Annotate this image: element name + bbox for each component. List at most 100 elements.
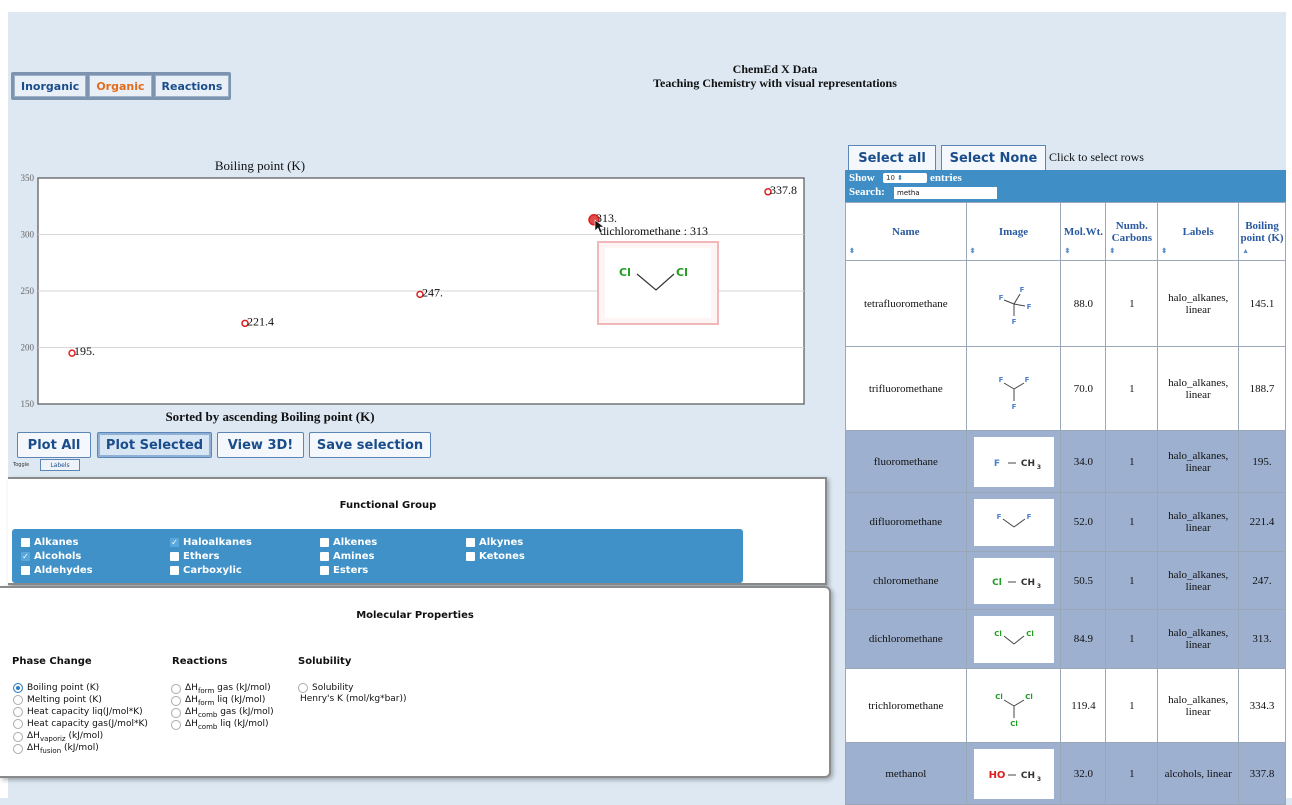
table-row[interactable]: tetrafluoromethane F F F F 88.0 1 halo_alkanes,… bbox=[845, 260, 1286, 347]
table-row[interactable]: difluoromethane F F 52.0 1 halo_alkanes, line… bbox=[845, 492, 1286, 552]
atom-label: Cl bbox=[1026, 630, 1034, 638]
cell-name: dichloromethane bbox=[845, 609, 967, 669]
bond-line bbox=[1013, 635, 1024, 645]
checkbox-label: Amines bbox=[333, 551, 375, 562]
search-input[interactable]: metha bbox=[894, 187, 997, 199]
checkbox-alkanes[interactable]: Alkanes bbox=[21, 537, 78, 548]
radio-label: ΔHfusion (kJ/mol) bbox=[27, 743, 99, 755]
atom-label: Cl bbox=[1025, 693, 1033, 701]
checkbox-carboxylic[interactable]: Carboxylic bbox=[170, 565, 242, 576]
checkbox-icon[interactable] bbox=[170, 552, 179, 561]
table-row[interactable]: dichloromethane Cl Cl 84.9 1 halo_alkanes, li… bbox=[845, 609, 1286, 669]
column-header[interactable]: Mol.Wt. ⬍ bbox=[1060, 202, 1107, 261]
cell-carbons: 1 bbox=[1105, 346, 1159, 431]
checkbox-alkenes[interactable]: Alkenes bbox=[320, 537, 377, 548]
column-header[interactable]: Image ⬍ bbox=[965, 202, 1062, 261]
checkbox-ketones[interactable]: Ketones bbox=[466, 551, 525, 562]
column-header-label: Boiling point (K) bbox=[1240, 219, 1284, 244]
checkbox-icon[interactable] bbox=[320, 538, 329, 547]
henrys-k-option[interactable]: Henry's K (mol/kg*bar)) bbox=[300, 694, 407, 704]
cell-name: methanol bbox=[845, 742, 967, 805]
radio-reactions[interactable]: ΔHcomb liq (kJ/mol) bbox=[171, 719, 268, 731]
checkbox-amines[interactable]: Amines bbox=[320, 551, 374, 562]
phase-change-heading: Phase Change bbox=[12, 656, 92, 667]
plot-all-button[interactable]: Plot All bbox=[17, 432, 91, 458]
atom-label: F bbox=[1024, 376, 1029, 384]
checkbox-icon[interactable] bbox=[170, 566, 179, 575]
radio-phase-change[interactable]: Heat capacity gas(J/mol*K) bbox=[13, 719, 148, 729]
select-all-button[interactable]: Select all bbox=[848, 145, 936, 171]
y-tick-label: 200 bbox=[21, 343, 35, 353]
chart-point-label: 313. bbox=[596, 211, 617, 225]
table-row[interactable]: trichloromethane Cl Cl Cl 119.4 1 halo_alkanes… bbox=[845, 668, 1286, 743]
column-header[interactable]: Boiling point (K) ▲ bbox=[1238, 202, 1286, 261]
tab-inorganic[interactable]: Inorganic bbox=[14, 75, 87, 97]
save-selection-button[interactable]: Save selection bbox=[309, 432, 431, 458]
cell-molwt: 84.9 bbox=[1060, 609, 1107, 669]
select-none-button[interactable]: Select None bbox=[941, 145, 1046, 171]
radio-icon[interactable] bbox=[13, 695, 23, 705]
radio-icon[interactable] bbox=[171, 719, 181, 730]
table-row[interactable]: trifluoromethane F F F 70.0 1 halo_alkanes, li… bbox=[845, 346, 1286, 431]
tooltip-atom-cl: Cl bbox=[676, 266, 688, 279]
radio-phase-change[interactable]: Melting point (K) bbox=[13, 695, 102, 705]
radio-reactions[interactable]: ΔHform gas (kJ/mol) bbox=[171, 683, 271, 695]
checkbox-alkynes[interactable]: Alkynes bbox=[466, 537, 523, 548]
plot-selected-button[interactable]: Plot Selected bbox=[97, 432, 212, 458]
entries-select[interactable]: 10 ⬍ bbox=[883, 173, 927, 183]
bond-line bbox=[1003, 299, 1014, 304]
checkbox-checked-icon[interactable]: ✓ bbox=[21, 552, 30, 561]
checkbox-icon[interactable] bbox=[466, 538, 475, 547]
radio-icon[interactable] bbox=[13, 719, 23, 729]
radio-reactions[interactable]: ΔHform liq (kJ/mol) bbox=[171, 695, 265, 707]
radio-icon[interactable] bbox=[171, 695, 181, 706]
atom-label: F bbox=[1011, 403, 1016, 411]
chart-xlabel: Sorted by ascending Boiling point (K) bbox=[165, 409, 375, 424]
radio-icon[interactable] bbox=[13, 707, 23, 717]
radio-phase-change[interactable]: Boiling point (K) bbox=[13, 683, 99, 693]
checkbox-aldehydes[interactable]: Aldehydes bbox=[21, 565, 93, 576]
column-header[interactable]: Numb. Carbons ⬍ bbox=[1105, 202, 1159, 261]
atom-label: F bbox=[996, 513, 1001, 521]
table-row[interactable]: methanol HO CH 3 32.0 1 alcohols, linear 337.8 bbox=[845, 742, 1286, 805]
checkbox-icon[interactable] bbox=[21, 538, 30, 547]
table-row[interactable]: chloromethane Cl CH 3 50.5 1 halo_alkanes, lin… bbox=[845, 551, 1286, 610]
labels-toggle-button[interactable]: Labels bbox=[40, 459, 80, 471]
column-header[interactable]: Name ⬍ bbox=[845, 202, 967, 261]
checkbox-label: Esters bbox=[333, 565, 369, 576]
checkbox-alcohols[interactable]: ✓ Alcohols bbox=[21, 551, 81, 562]
radio-icon[interactable] bbox=[13, 683, 23, 693]
tab-reactions[interactable]: Reactions bbox=[154, 75, 230, 97]
checkbox-icon[interactable] bbox=[320, 566, 329, 575]
cell-labels: halo_alkanes, linear bbox=[1157, 430, 1240, 493]
radio-icon[interactable] bbox=[298, 683, 308, 693]
cell-image: Cl Cl bbox=[965, 609, 1062, 669]
checkbox-label: Carboxylic bbox=[183, 565, 242, 576]
radio-solubility[interactable]: Solubility bbox=[298, 683, 354, 693]
radio-phase-change[interactable]: Heat capacity liq(J/mol*K) bbox=[13, 707, 143, 717]
category-tabs: Inorganic Organic Reactions bbox=[11, 72, 231, 100]
view-3d-button[interactable]: View 3D! bbox=[217, 432, 304, 458]
radio-icon[interactable] bbox=[13, 731, 23, 742]
checkbox-checked-icon[interactable]: ✓ bbox=[170, 538, 179, 547]
radio-icon[interactable] bbox=[13, 743, 23, 754]
radio-icon[interactable] bbox=[171, 707, 181, 718]
structure-image: FF bbox=[973, 498, 1054, 546]
tab-organic[interactable]: Organic bbox=[89, 75, 152, 97]
radio-reactions[interactable]: ΔHcomb gas (kJ/mol) bbox=[171, 707, 274, 719]
radio-phase-change[interactable]: ΔHvaporiz (kJ/mol) bbox=[13, 731, 103, 743]
radio-phase-change[interactable]: ΔHfusion (kJ/mol) bbox=[13, 743, 99, 755]
checkbox-icon[interactable] bbox=[21, 566, 30, 575]
checkbox-esters[interactable]: Esters bbox=[320, 565, 368, 576]
boiling-point-chart[interactable]: 150 200 250 300 350 195. 221.4 247. 313. 337.8 dic… bbox=[10, 170, 810, 410]
checkbox-ethers[interactable]: Ethers bbox=[170, 551, 219, 562]
cell-name: fluoromethane bbox=[845, 430, 967, 493]
table-row[interactable]: fluoromethane F CH 3 34.0 1 halo_alkanes, line… bbox=[845, 430, 1286, 493]
checkbox-haloalkanes[interactable]: ✓ Haloalkanes bbox=[170, 537, 252, 548]
radio-label: Melting point (K) bbox=[27, 695, 102, 705]
checkbox-icon[interactable] bbox=[320, 552, 329, 561]
radio-icon[interactable] bbox=[171, 683, 181, 694]
bond-line bbox=[1003, 382, 1014, 389]
column-header[interactable]: Labels ⬍ bbox=[1157, 202, 1240, 261]
checkbox-icon[interactable] bbox=[466, 552, 475, 561]
